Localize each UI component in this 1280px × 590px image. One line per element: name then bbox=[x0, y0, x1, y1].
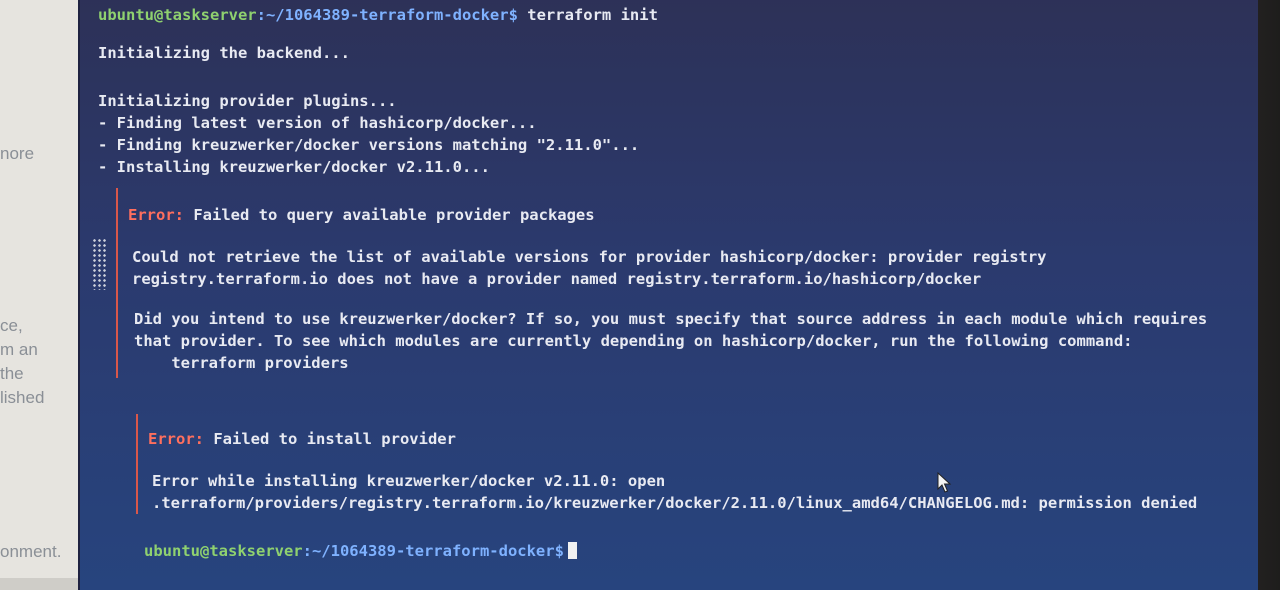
background-text-fragment: onment. bbox=[0, 542, 62, 561]
background-text-fragment: lished bbox=[0, 388, 45, 407]
error-body-line: that provider. To see which modules are … bbox=[134, 332, 1133, 350]
command-text: terraform init bbox=[517, 6, 658, 24]
command-line: ubuntu@taskserver:~/1064389-terraform-do… bbox=[98, 4, 658, 26]
error-title: Failed to query available provider packa… bbox=[184, 206, 595, 224]
error-heading: Error: Failed to query available provide… bbox=[128, 204, 595, 226]
error-label: Error: bbox=[148, 430, 204, 448]
mouse-pointer-icon bbox=[937, 471, 953, 498]
prompt-user-host: ubuntu@taskserver bbox=[144, 542, 303, 560]
error-body-line: Did you intend to use kreuzwerker/docker… bbox=[134, 310, 1208, 328]
background-text-fragment: m an bbox=[0, 340, 38, 359]
error-body-line: Error while installing kreuzwerker/docke… bbox=[152, 472, 666, 490]
error-heading: Error: Failed to install provider bbox=[148, 428, 456, 450]
terminal-output: ubuntu@taskserver:~/1064389-terraform-do… bbox=[98, 4, 1238, 590]
output-line: - Finding latest version of hashicorp/do… bbox=[98, 114, 537, 132]
prompt-path: :~/1064389-terraform-docker$ bbox=[256, 6, 518, 24]
background-text-fragment: nore bbox=[0, 144, 35, 163]
background-text-fragment: ce, bbox=[0, 316, 23, 335]
error-body-line: .terraform/providers/registry.terraform.… bbox=[152, 494, 1198, 512]
prompt-user-host: ubuntu@taskserver bbox=[98, 6, 257, 24]
error-title: Failed to install provider bbox=[204, 430, 456, 448]
output-line: - Finding kreuzwerker/docker versions ma… bbox=[98, 136, 640, 154]
error-body-line: registry.terraform.io does not have a pr… bbox=[132, 270, 982, 288]
text-cursor bbox=[567, 542, 577, 559]
output-line: Initializing the backend... bbox=[98, 44, 350, 62]
background-text-fragment: the bbox=[0, 364, 24, 383]
final-prompt-line[interactable]: ubuntu@taskserver:~/1064389-terraform-do… bbox=[144, 540, 577, 562]
terminal-window[interactable]: ubuntu@taskserver:~/1064389-terraform-do… bbox=[78, 0, 1258, 590]
output-line: Initializing provider plugins... bbox=[98, 92, 397, 110]
output-line: - Installing kreuzwerker/docker v2.11.0.… bbox=[98, 158, 490, 176]
error-body-line: Could not retrieve the list of available… bbox=[132, 248, 1047, 266]
resize-grip-icon[interactable] bbox=[92, 238, 106, 290]
error-body-line: terraform providers bbox=[134, 354, 349, 372]
prompt-path: :~/1064389-terraform-docker$ bbox=[302, 542, 564, 560]
error-label: Error: bbox=[128, 206, 184, 224]
error-bar bbox=[136, 414, 138, 514]
error-bar bbox=[116, 188, 118, 378]
